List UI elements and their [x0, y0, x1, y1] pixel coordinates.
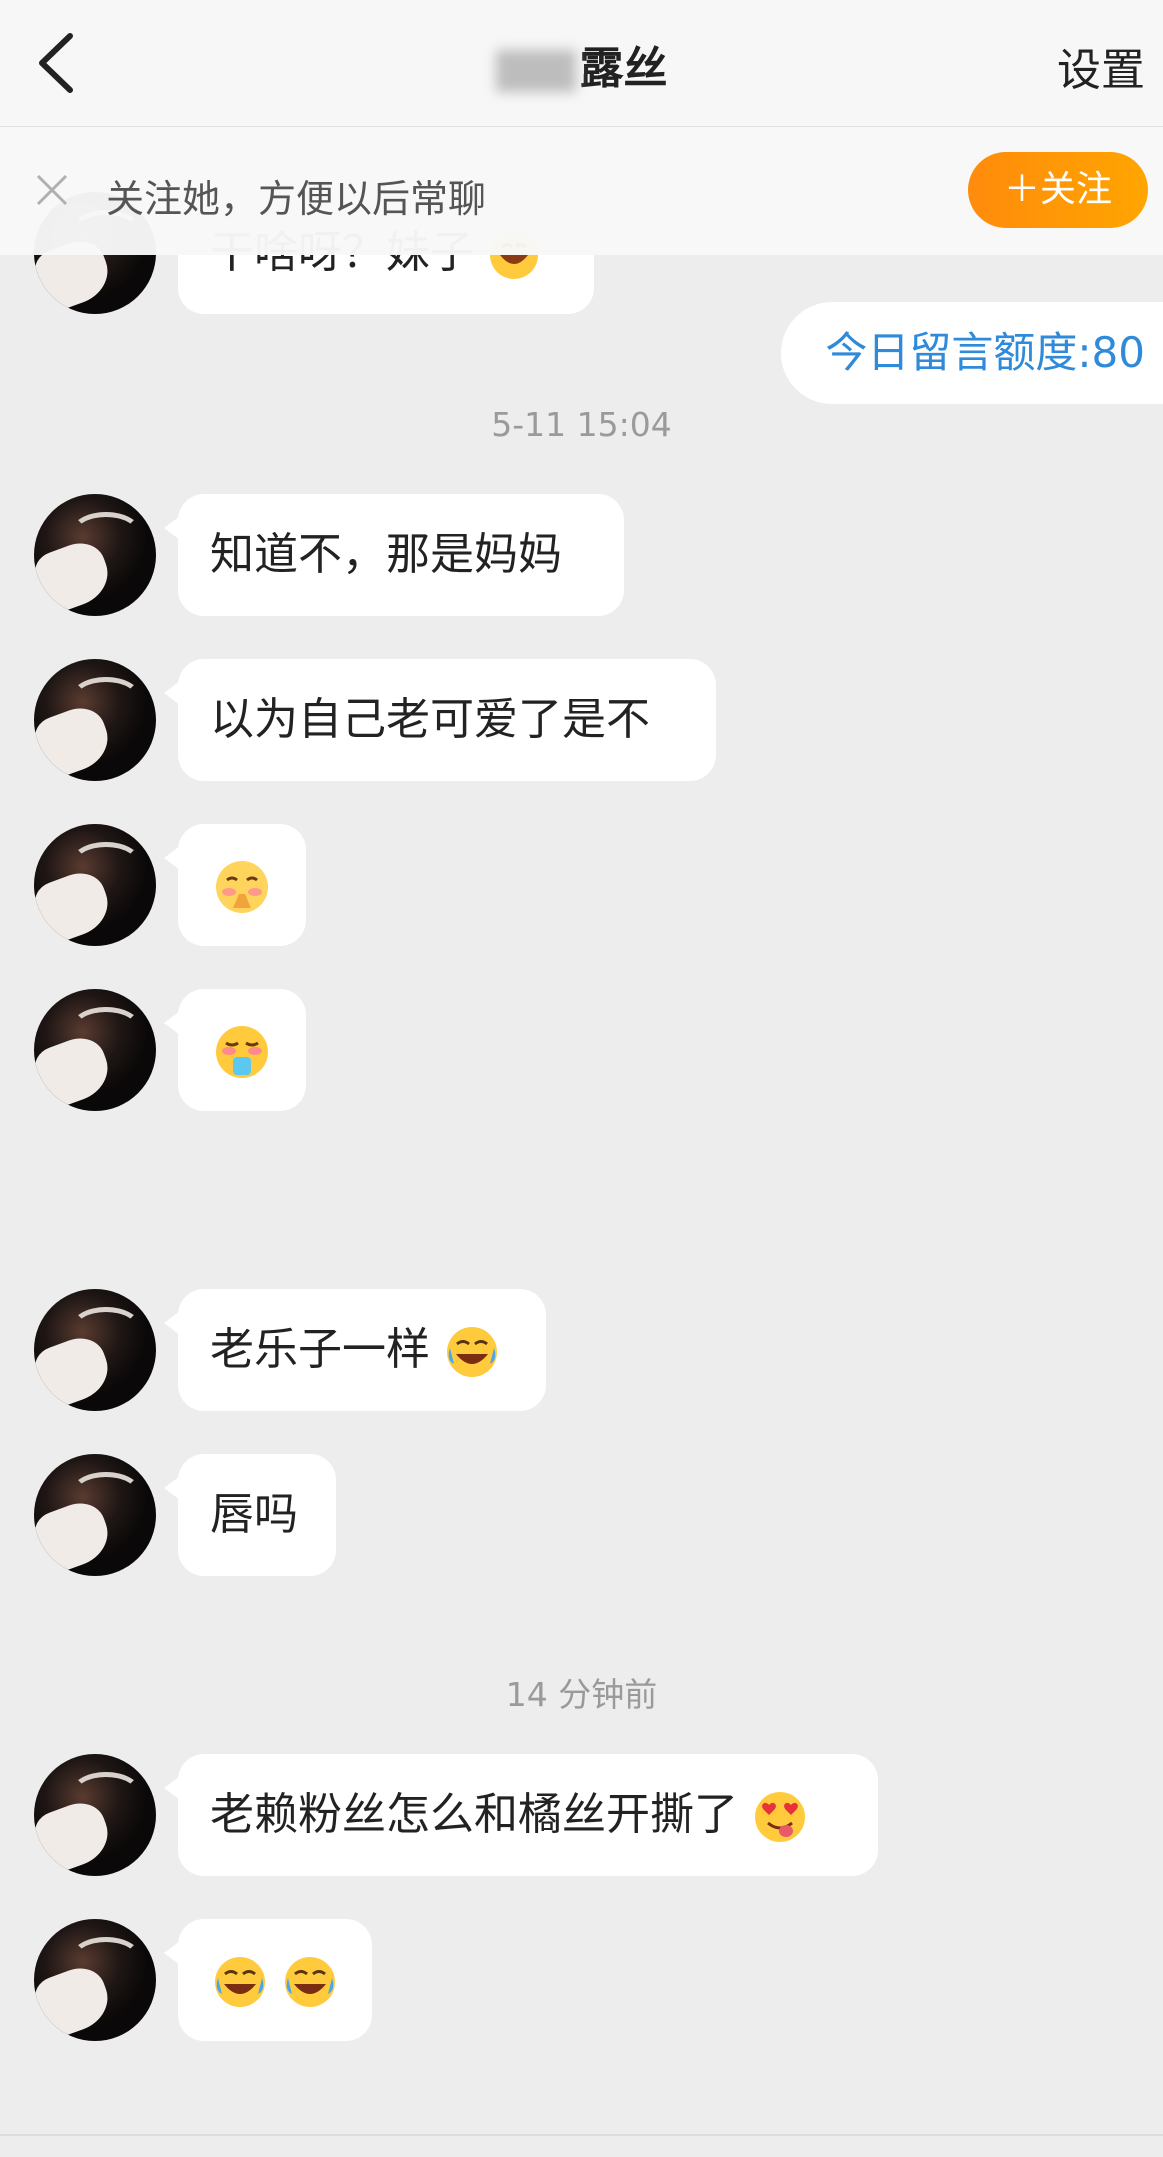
crying-laughing-icon: [215, 1957, 265, 2007]
avatar[interactable]: [34, 1454, 156, 1576]
avatar[interactable]: [34, 989, 156, 1111]
message-text: 以为自己老可爱了是不: [210, 694, 650, 745]
page-title: 露丝: [0, 32, 1163, 96]
message-bubble: [164, 824, 306, 946]
settings-button[interactable]: 设置: [1057, 34, 1145, 98]
follow-prompt-text: 关注她，方便以后常聊: [106, 177, 487, 221]
input-divider: [0, 2134, 1163, 2136]
crying-laughing-icon: [285, 1957, 335, 2007]
timestamp: 5-11 15:04: [491, 405, 672, 444]
drooling-face-icon: [216, 1026, 268, 1078]
message-text: 知道不，那是妈妈: [210, 529, 562, 580]
message-bubble: 唇吗: [164, 1454, 336, 1576]
message-quota-bubble: 今日留言额度:80: [781, 302, 1163, 404]
nav-bar: 露丝 设置: [0, 0, 1163, 127]
close-icon[interactable]: [32, 170, 72, 210]
message-bubble: 知道不，那是妈妈: [164, 494, 624, 616]
avatar[interactable]: [34, 1754, 156, 1876]
message-bubble: 老赖粉丝怎么和橘丝开撕了: [164, 1754, 878, 1876]
message-text: 老赖粉丝怎么和橘丝开撕了: [210, 1789, 738, 1840]
timestamp: 14 分钟前: [505, 1675, 658, 1714]
message-bubble: 以为自己老可爱了是不: [164, 659, 716, 781]
avatar[interactable]: [34, 494, 156, 616]
crying-laughing-icon: [447, 1327, 497, 1377]
avatar[interactable]: [34, 1919, 156, 2041]
message-text: 老乐子一样: [210, 1324, 430, 1375]
message-text: 唇吗: [210, 1489, 298, 1540]
message-bubble: 老乐子一样: [164, 1289, 546, 1411]
avatar[interactable]: [34, 1289, 156, 1411]
avatar[interactable]: [34, 824, 156, 946]
blurred-name-prefix: [495, 50, 576, 92]
message-bubble: [164, 989, 306, 1111]
shy-face-icon: [216, 861, 268, 913]
avatar[interactable]: [34, 659, 156, 781]
message-bubble: [164, 1919, 372, 2041]
heart-eyes-tongue-icon: [755, 1792, 805, 1842]
title-text: 露丝: [579, 43, 668, 94]
follow-button[interactable]: ＋关注: [968, 152, 1148, 228]
